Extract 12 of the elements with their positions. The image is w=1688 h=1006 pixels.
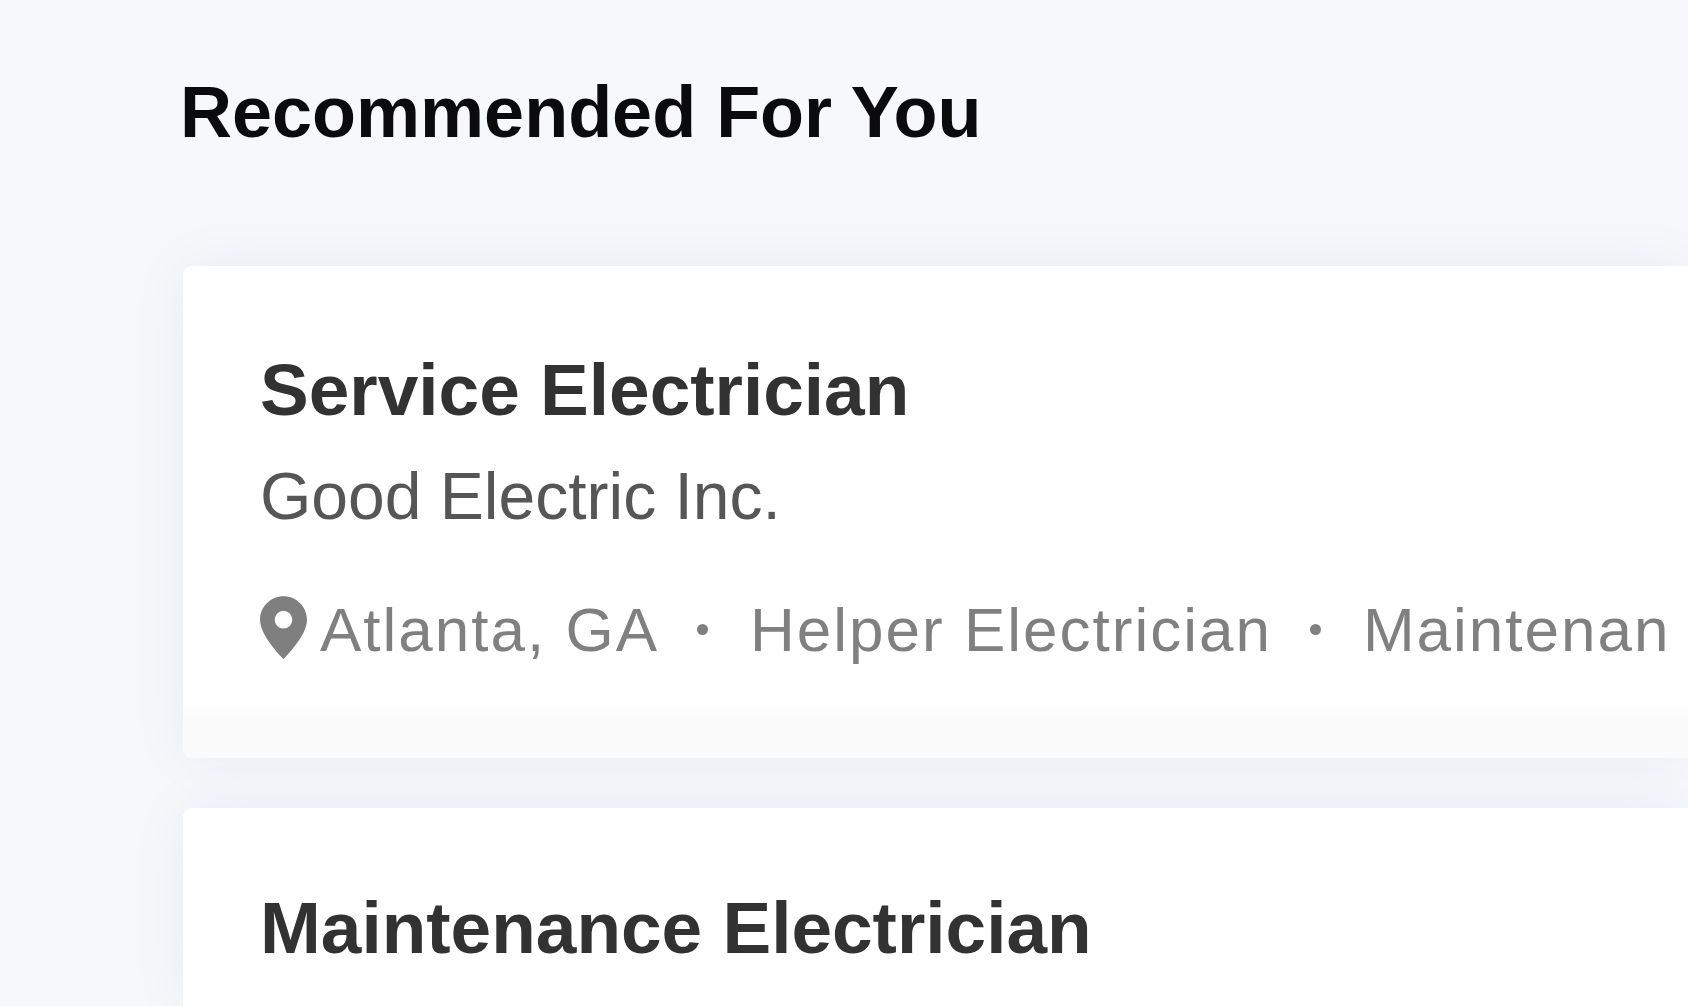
job-title: Service Electrician <box>260 347 910 432</box>
company-name: Good Electric Inc. <box>260 458 781 535</box>
job-card[interactable]: Service Electrician Good Electric Inc. Atlanta, GA Helper Electrician Maintenan <box>183 265 1688 758</box>
separator-dot-icon <box>697 623 709 635</box>
job-card[interactable]: Maintenance Electrician <box>183 807 1688 1006</box>
section-heading: Recommended For You <box>180 71 982 154</box>
job-tag-text: Helper Electrician <box>750 593 1272 665</box>
location-text: Atlanta, GA <box>320 593 660 665</box>
job-title: Maintenance Electrician <box>260 885 1092 970</box>
job-tag-text: Maintenan <box>1362 593 1671 665</box>
map-pin-icon <box>260 595 307 659</box>
separator-dot-icon <box>1309 623 1321 635</box>
